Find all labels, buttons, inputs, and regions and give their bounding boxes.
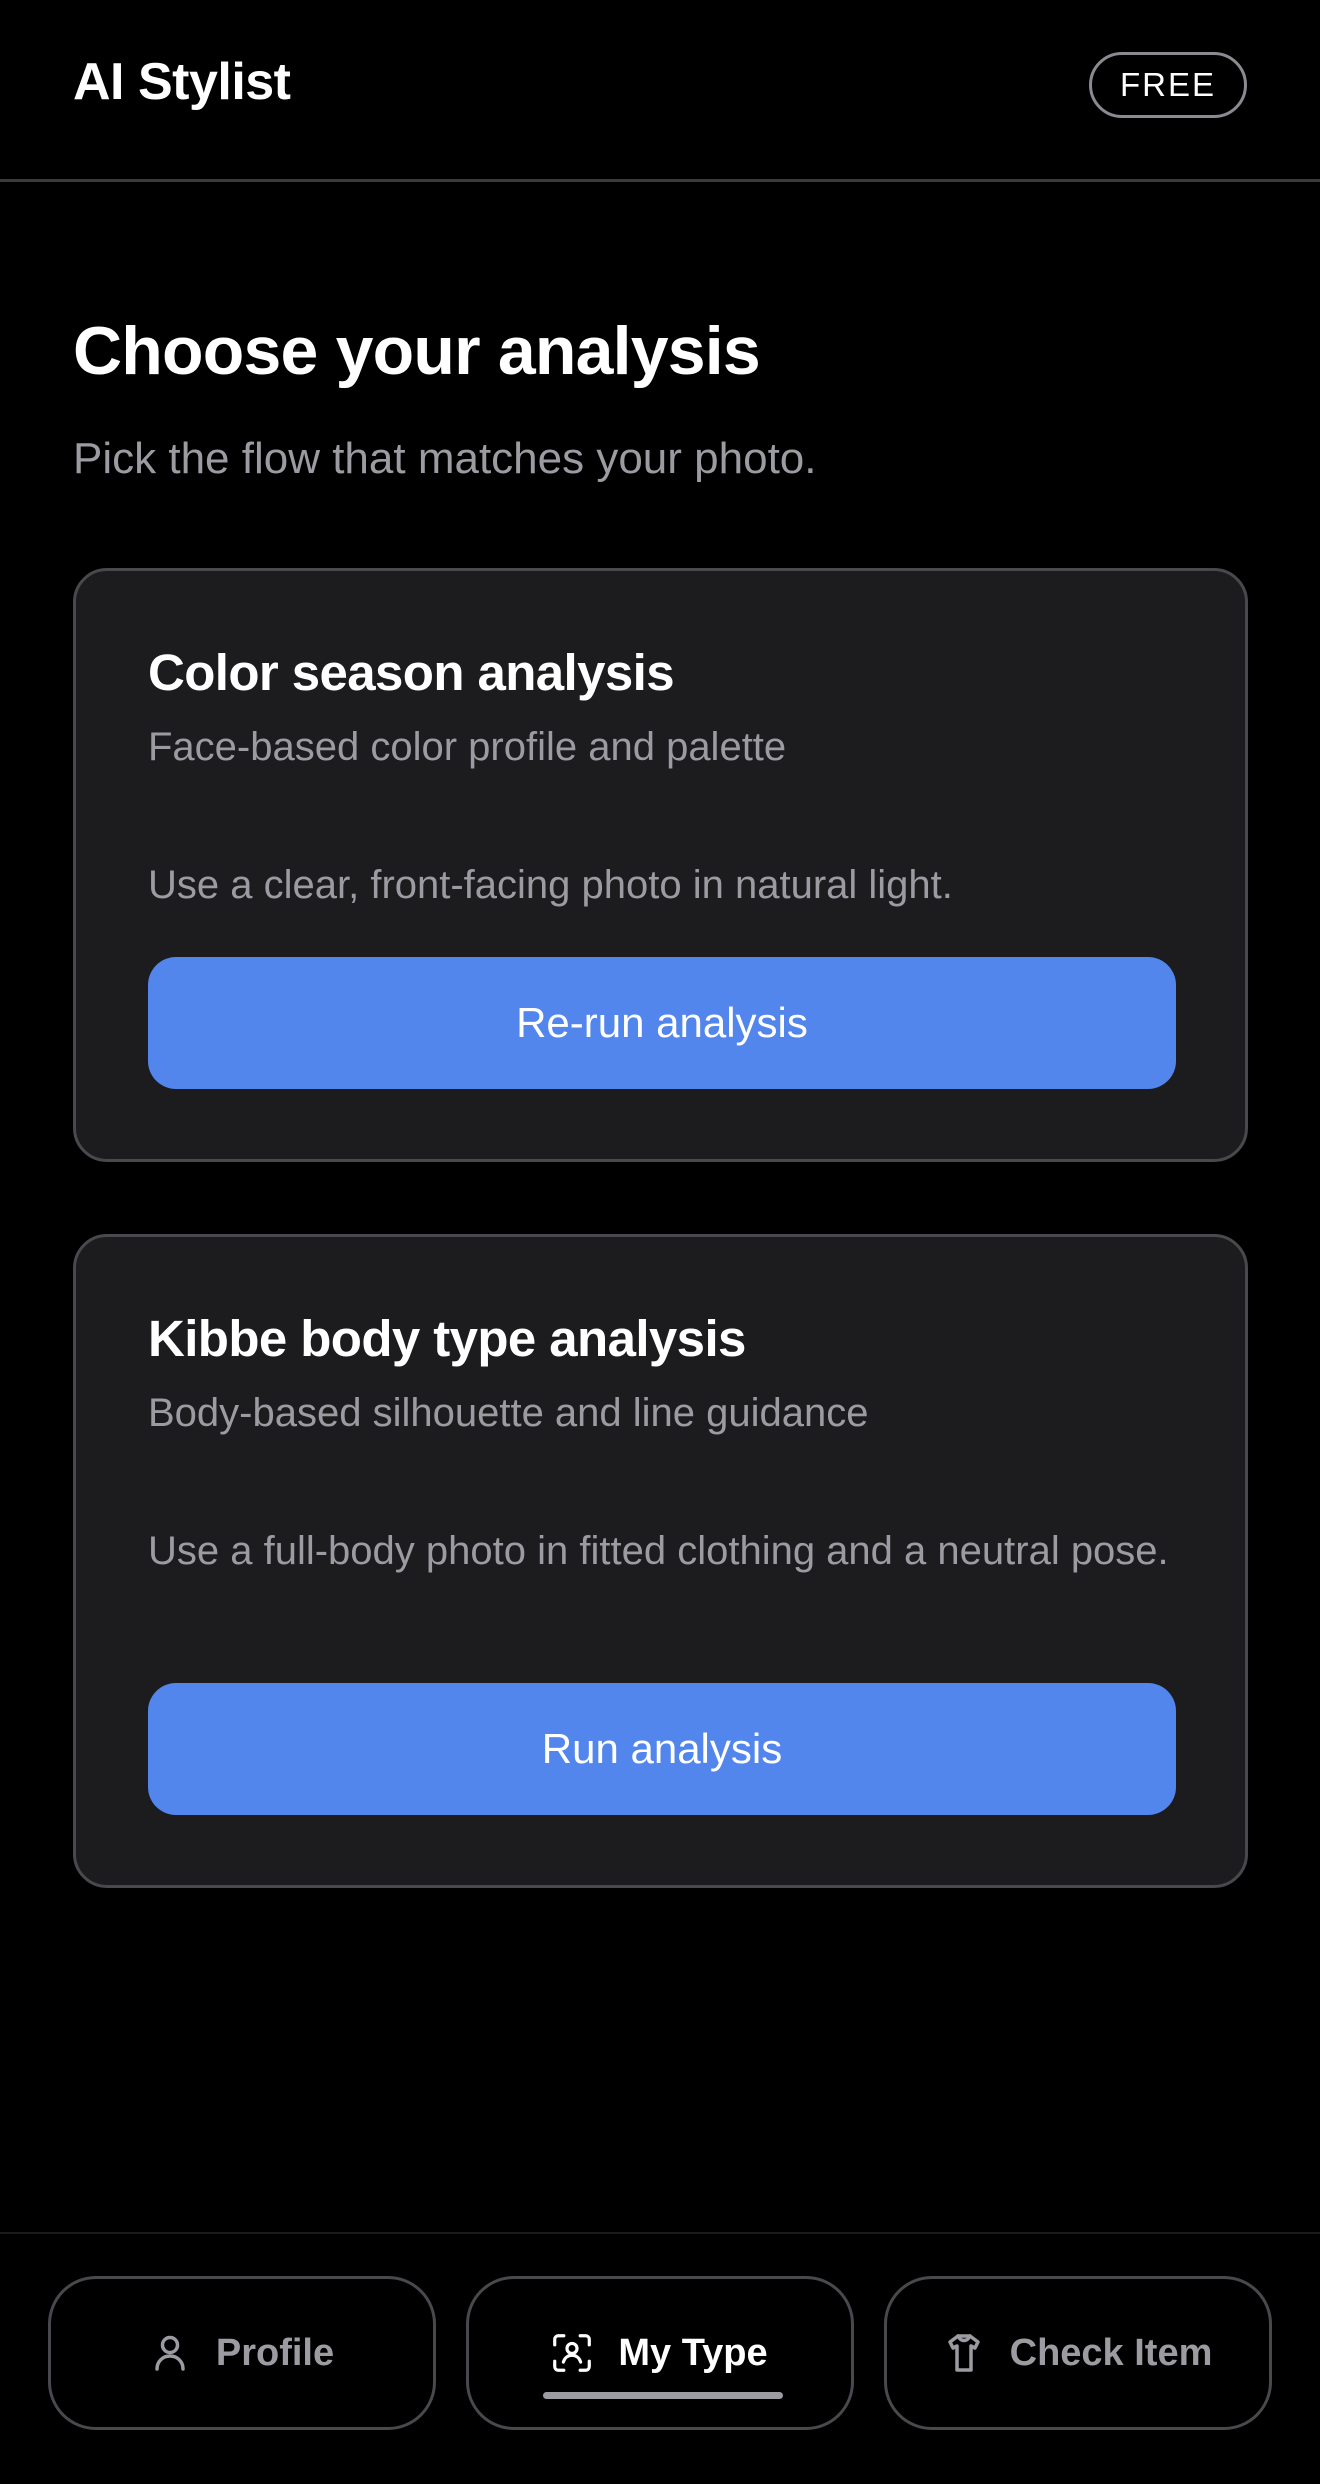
page-subtitle: Pick the flow that matches your photo. <box>73 434 817 483</box>
run-analysis-button[interactable]: Run analysis <box>148 1683 1176 1815</box>
page-title: Choose your analysis <box>73 313 761 389</box>
nav-item-my-type[interactable]: My Type <box>466 2276 854 2430</box>
color-season-card: Color season analysis Face-based color p… <box>73 568 1248 1162</box>
card-title: Color season analysis <box>148 644 675 701</box>
card-hint: Use a clear, front-facing photo in natur… <box>148 863 953 907</box>
nav-item-profile[interactable]: Profile <box>48 2276 436 2430</box>
app-header: AI Stylist FREE <box>0 0 1320 182</box>
bottom-nav: Profile My Type Check Item <box>0 2232 1320 2484</box>
person-icon <box>150 2333 190 2373</box>
nav-label-profile: Profile <box>215 2331 335 2374</box>
nav-item-check-item[interactable]: Check Item <box>884 2276 1272 2430</box>
app-title: AI Stylist <box>73 53 291 111</box>
rerun-analysis-button[interactable]: Re-run analysis <box>148 957 1176 1089</box>
nav-label-check-item: Check Item <box>1009 2331 1213 2374</box>
nav-label-my-type: My Type <box>618 2331 768 2374</box>
card-subtitle: Face-based color profile and palette <box>148 725 787 769</box>
active-tab-indicator <box>543 2392 783 2399</box>
kibbe-body-type-card: Kibbe body type analysis Body-based silh… <box>73 1234 1248 1888</box>
plan-badge[interactable]: FREE <box>1089 52 1247 118</box>
shirt-icon <box>944 2333 984 2373</box>
card-subtitle: Body-based silhouette and line guidance <box>148 1391 869 1435</box>
card-title: Kibbe body type analysis <box>148 1310 746 1367</box>
card-hint: Use a full-body photo in fitted clothing… <box>148 1529 1169 1573</box>
face-scan-icon <box>552 2333 592 2373</box>
